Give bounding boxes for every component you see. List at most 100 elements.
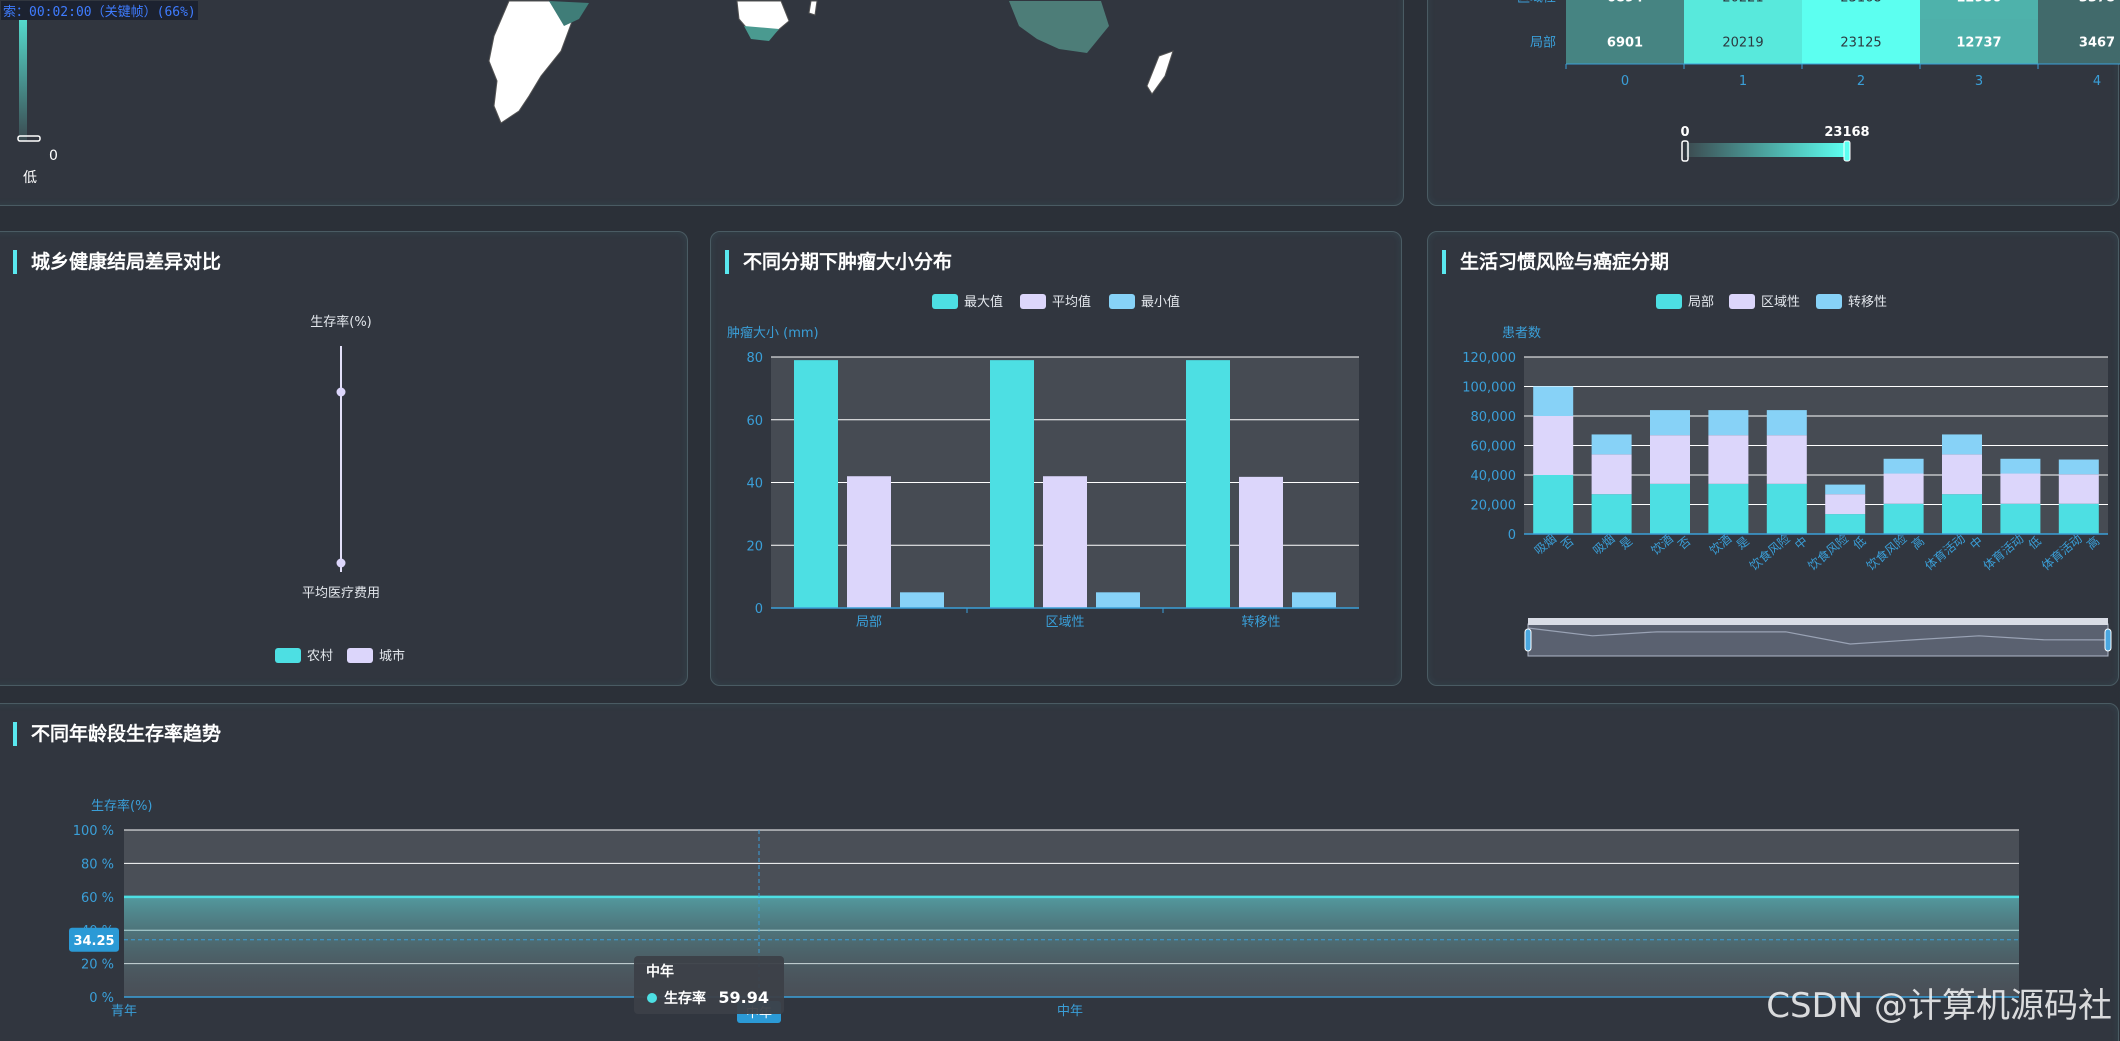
age-x-tick-label: 青年 <box>111 1004 137 1019</box>
lifestyle-bar-segment[interactable] <box>1942 494 1982 534</box>
tumor-legend-swatch[interactable] <box>1020 294 1046 309</box>
lifestyle-legend-label[interactable]: 转移性 <box>1848 295 1887 310</box>
heatmap-x-tick-label: 2 <box>1857 74 1865 89</box>
tumor-y-tick-label: 80 <box>746 351 763 366</box>
legend-swatch-urban[interactable] <box>347 648 373 663</box>
urban-rural-axis-bottom-handle[interactable] <box>336 558 346 568</box>
tumor-bar[interactable] <box>1043 476 1087 608</box>
lifestyle-bar-segment[interactable] <box>1766 410 1807 436</box>
lifestyle-y-tick-label: 120,000 <box>1462 351 1516 366</box>
lifestyle-bar-segment[interactable] <box>1942 434 1982 455</box>
lifestyle-bar-segment[interactable] <box>2000 503 2041 534</box>
heatmap-cell-label: 20219 <box>1722 36 1763 51</box>
age-tooltip-title: 中年 <box>646 963 674 980</box>
lifestyle-bar-segment[interactable] <box>1883 503 1924 534</box>
urban-rural-axis-top-handle[interactable] <box>336 387 346 397</box>
heatmap-x-tick-label: 1 <box>1739 74 1747 89</box>
lifestyle-bar-segment[interactable] <box>1591 454 1632 495</box>
lifestyle-y-tick-label: 60,000 <box>1471 440 1517 455</box>
map-region-australia[interactable] <box>1009 1 1109 53</box>
tumor-bar[interactable] <box>990 360 1034 608</box>
urban-rural-chart: 生存率(%) 平均医疗费用 农村 城市 <box>275 314 405 664</box>
tumor-legend-swatch[interactable] <box>932 294 958 309</box>
lifestyle-y-tick-label: 80,000 <box>1471 410 1517 425</box>
lifestyle-bar-segment[interactable] <box>2058 474 2099 504</box>
lifestyle-bar-segment[interactable] <box>1883 458 1924 474</box>
lifestyle-bar-segment[interactable] <box>2000 458 2041 474</box>
lifestyle-legend-swatch[interactable] <box>1816 294 1842 309</box>
tumor-legend-label[interactable]: 最大值 <box>964 294 1003 310</box>
lifestyle-bar-segment[interactable] <box>1591 494 1632 534</box>
tumor-legend-label[interactable]: 最小值 <box>1141 294 1180 310</box>
map-region-new-zealand[interactable] <box>1146 50 1174 95</box>
tumor-bar[interactable] <box>1239 476 1283 608</box>
lifestyle-bar-segment[interactable] <box>2058 503 2099 534</box>
lifestyle-datazoom-right-handle[interactable] <box>2104 628 2112 652</box>
tumor-bar[interactable] <box>1186 360 1230 608</box>
lifestyle-bar-segment[interactable] <box>1825 514 1866 534</box>
map-region-madagascar[interactable] <box>808 0 818 16</box>
tumor-y-axis-label: 肿瘤大小 (mm) <box>727 325 819 341</box>
lifestyle-bar-segment[interactable] <box>2000 473 2041 504</box>
lifestyle-y-tick-label: 40,000 <box>1471 469 1517 484</box>
lifestyle-bar-segment[interactable] <box>1533 416 1574 475</box>
lifestyle-y-tick-label: 100,000 <box>1462 381 1516 396</box>
heatmap-visualmap-max-handle[interactable] <box>1843 140 1851 162</box>
lifestyle-bar-segment[interactable] <box>1650 410 1690 436</box>
lifestyle-legend-label[interactable]: 区域性 <box>1761 295 1800 310</box>
age-y-axis-label: 生存率(%) <box>91 798 153 814</box>
lifestyle-bar-segment[interactable] <box>2058 459 2099 475</box>
lifestyle-bar-segment[interactable] <box>1766 483 1807 534</box>
tumor-bar[interactable] <box>900 592 944 608</box>
urban-rural-axis-top-label: 生存率(%) <box>310 314 372 330</box>
lifestyle-legend-label[interactable]: 局部 <box>1688 295 1714 310</box>
tumor-bar[interactable] <box>847 476 891 608</box>
age-y-tick-label: 100 % <box>73 824 114 839</box>
lifestyle-chart: 0 20,000 40,000 60,000 80,000 100,000 120,000 患… <box>1462 294 2112 657</box>
heatmap-cell-label: 23168 <box>1840 0 1881 6</box>
lifestyle-datazoom-left-handle[interactable] <box>1524 628 1532 652</box>
tumor-size-chart: 0 20 40 60 80 肿瘤大小 (mm) 局部 区域性 转移性 最大值 平均值 最小值 <box>727 294 1359 630</box>
legend-swatch-rural[interactable] <box>275 648 301 663</box>
legend-label-rural[interactable]: 农村 <box>307 649 333 664</box>
heatmap-cell-label: 6901 <box>1607 36 1643 51</box>
lifestyle-y-tick-label: 20,000 <box>1471 499 1517 514</box>
age-tooltip-series-name: 生存率 <box>664 990 706 1007</box>
tumor-y-tick-label: 40 <box>746 477 763 492</box>
lifestyle-legend-swatch[interactable] <box>1656 294 1682 309</box>
lifestyle-bar-segment[interactable] <box>1591 434 1632 455</box>
tumor-legend-label[interactable]: 平均值 <box>1052 294 1091 310</box>
legend-label-urban[interactable]: 城市 <box>379 648 405 664</box>
tumor-legend-swatch[interactable] <box>1109 294 1135 309</box>
heatmap-panel: 区域性68942022123168129503378370局部690120219… <box>1427 0 2120 206</box>
lifestyle-bar-segment[interactable] <box>1766 435 1807 484</box>
lifestyle-datazoom-top-bar[interactable] <box>1528 618 2108 625</box>
urban-rural-axis-bottom-label: 平均医疗费用 <box>302 586 380 601</box>
map-visualmap-bar[interactable] <box>19 1 27 141</box>
map-panel: 索：00:02:00（关键帧）(66%) 0 低 <box>0 0 1404 206</box>
world-map <box>17 0 1174 142</box>
lifestyle-bar-segment[interactable] <box>1650 435 1690 484</box>
lifestyle-bar-segment[interactable] <box>1883 473 1924 504</box>
tumor-x-tick-label: 转移性 <box>1241 615 1280 630</box>
lifestyle-bar-segment[interactable] <box>1650 483 1690 534</box>
lifestyle-bar-segment[interactable] <box>1825 484 1866 495</box>
lifestyle-bar-segment[interactable] <box>1708 410 1749 436</box>
tumor-x-tick-label: 区域性 <box>1045 615 1084 630</box>
lifestyle-bar-segment[interactable] <box>1533 475 1574 534</box>
age-x-tick-label: 中年 <box>1057 1004 1083 1019</box>
lifestyle-bar-segment[interactable] <box>1708 483 1749 534</box>
tumor-bar[interactable] <box>1292 592 1336 608</box>
lifestyle-bar-segment[interactable] <box>1825 494 1866 515</box>
lifestyle-bar-segment[interactable] <box>1533 386 1574 417</box>
lifestyle-datazoom-track[interactable] <box>1527 623 2109 657</box>
heatmap-cell-label: 20221 <box>1722 0 1763 6</box>
tumor-bar[interactable] <box>1096 592 1140 608</box>
lifestyle-bar-segment[interactable] <box>1708 435 1749 484</box>
age-tooltip-value: 59.94 <box>718 988 769 1007</box>
tumor-bar[interactable] <box>794 360 838 608</box>
heatmap-visualmap-bar[interactable] <box>1686 143 1846 157</box>
age-tooltip-marker <box>647 993 657 1003</box>
lifestyle-bar-segment[interactable] <box>1942 454 1982 495</box>
lifestyle-legend-swatch[interactable] <box>1729 294 1755 309</box>
